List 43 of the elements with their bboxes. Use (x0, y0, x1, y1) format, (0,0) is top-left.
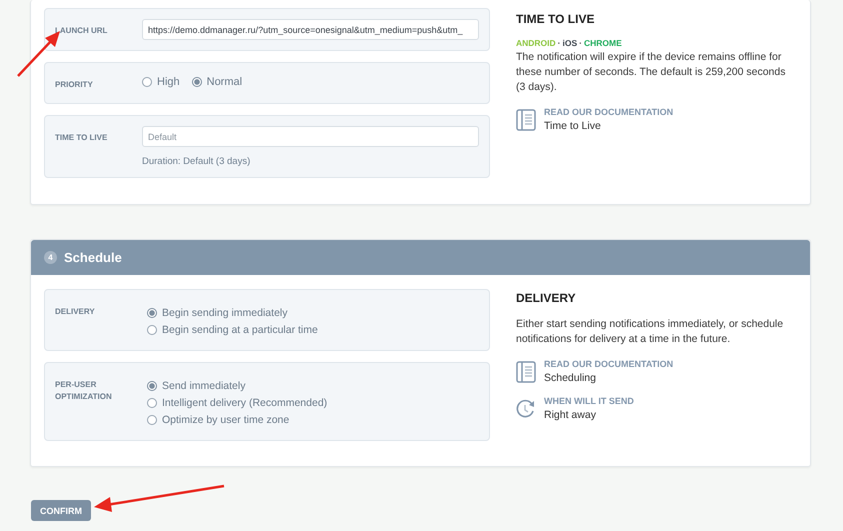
radio-option[interactable]: Normal (192, 76, 242, 88)
radio-option[interactable]: Optimize by user time zone (147, 414, 479, 426)
radio-option[interactable]: Begin sending immediately (147, 307, 479, 319)
link-caption[interactable]: WHEN WILL IT SEND (544, 396, 634, 406)
radio-option[interactable]: High (142, 76, 180, 88)
field-label: PER-USER OPTIMIZATION (55, 379, 113, 403)
info-title: DELIVERY (516, 291, 577, 305)
info-description: Either start sending notifications immediately, or schedule notifications for delivery at a time in the future. (516, 317, 784, 347)
radio-option[interactable]: Intelligent delivery (Recommended) (147, 397, 479, 409)
radio-button[interactable] (147, 308, 157, 318)
document-icon (516, 361, 536, 383)
confirm-button[interactable]: CONFIRM (31, 500, 91, 521)
section-title: Schedule (64, 250, 122, 265)
info-title: TIME TO LIVE (516, 12, 596, 26)
field-label: LAUNCH URL (55, 25, 108, 37)
link-value: Time to Live (544, 120, 602, 132)
radio-option[interactable]: Begin sending at a particular time (147, 324, 479, 336)
input-field[interactable]: https://demo.ddmanager.ru/?utm_source=onesignal&utm_medium=push&utm_ (142, 19, 479, 40)
link-caption[interactable]: READ OUR DOCUMENTATION (544, 107, 674, 117)
radio-button[interactable] (147, 325, 157, 335)
clock-icon (516, 398, 536, 420)
field-note: Duration: Default (3 days) (142, 156, 252, 167)
separator-dot: · (579, 38, 582, 48)
radio-button[interactable] (142, 77, 152, 87)
platform-label: CHROME (584, 38, 622, 48)
field-label: TIME TO LIVE (55, 132, 108, 144)
platform-label: iOS (562, 38, 578, 48)
link-caption[interactable]: READ OUR DOCUMENTATION (544, 359, 674, 369)
info-description: The notification will expire if the device remains offline for these number of seconds. The default is 259,200 seconds (3 days). (516, 50, 786, 95)
radio-button[interactable] (192, 77, 202, 87)
link-value: Right away (544, 409, 597, 421)
field-label: PRIORITY (55, 79, 94, 91)
platform-label: ANDROID (516, 38, 556, 48)
link-value: Scheduling (544, 372, 597, 384)
document-icon (516, 109, 536, 131)
step-number: 4 (44, 251, 57, 264)
field-label: DELIVERY (55, 306, 96, 318)
radio-option[interactable]: Send immediately (147, 380, 479, 392)
radio-button[interactable] (147, 381, 157, 391)
input-field[interactable]: Default (142, 126, 479, 147)
radio-button[interactable] (147, 398, 157, 408)
separator-dot: · (558, 38, 561, 48)
radio-button[interactable] (147, 415, 157, 425)
